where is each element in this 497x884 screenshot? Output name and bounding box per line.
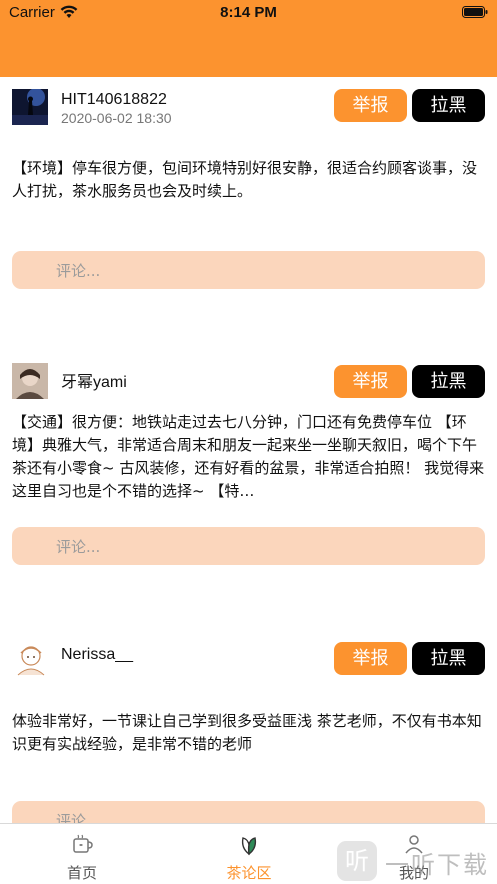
watermark-logo-icon: 听 (337, 841, 377, 881)
post-date: 2020-06-02 18:30 (61, 110, 172, 126)
post-feed[interactable]: HIT140618822 2020-06-02 18:30 举报 拉黑 【环境】… (0, 77, 497, 823)
tab-home[interactable]: 首页 (22, 824, 142, 884)
home-cup-icon (73, 834, 93, 853)
report-button[interactable]: 举报 (334, 89, 407, 122)
comment-input[interactable]: 评论... (12, 801, 485, 823)
tab-label: 茶论区 (226, 864, 272, 882)
avatar[interactable] (12, 641, 48, 677)
tea-leaf-icon (241, 837, 257, 856)
post-card: 牙幂yami 举报 拉黑 【交通】很方便：地铁站走过去七八分钟，门口还有免费停车… (0, 362, 497, 572)
post-card: HIT140618822 2020-06-02 18:30 举报 拉黑 【环境】… (0, 88, 497, 289)
comment-placeholder: 评论... (56, 812, 101, 823)
report-button[interactable]: 举报 (334, 365, 407, 398)
clock: 8:14 PM (220, 4, 277, 21)
block-button[interactable]: 拉黑 (412, 642, 485, 675)
post-text: 体验非常好，一节课让自己学到很多受益匪浅 茶艺老师，不仅有书本知识更有实战经验，… (12, 712, 482, 753)
post-text: 【环境】停车很方便，包间环境特别好很安静，很适合约顾客谈事，没人打扰，茶水服务员… (12, 159, 478, 200)
report-button[interactable]: 举报 (334, 642, 407, 675)
comment-input[interactable]: 评论... (12, 527, 485, 565)
comment-input[interactable]: 评论... (12, 251, 485, 289)
watermark: 听 一听下载 (337, 839, 492, 883)
watermark-text: 一听下载 (385, 851, 489, 879)
status-bar: Carrier 8:14 PM (0, 0, 497, 26)
battery-icon (462, 6, 488, 18)
block-button[interactable]: 拉黑 (412, 365, 485, 398)
app-header: Carrier 8:14 PM (0, 0, 497, 77)
username: 牙幂yami (61, 374, 127, 391)
tab-tea-forum[interactable]: 茶论区 (189, 824, 309, 884)
tab-label: 首页 (66, 864, 97, 882)
avatar[interactable] (12, 363, 48, 399)
post-text: 【交通】很方便：地铁站走过去七八分钟，门口还有免费停车位 【环境】典雅大气，非常… (12, 413, 485, 500)
comment-placeholder: 评论... (56, 262, 101, 280)
post-card: Nerissa__ 举报 拉黑 体验非常好，一节课让自己学到很多受益匪浅 茶艺老… (0, 640, 497, 823)
block-button[interactable]: 拉黑 (412, 89, 485, 122)
username: HIT140618822 (61, 91, 167, 108)
username: Nerissa__ (61, 646, 134, 663)
comment-placeholder: 评论... (56, 538, 101, 556)
avatar[interactable] (12, 89, 48, 125)
